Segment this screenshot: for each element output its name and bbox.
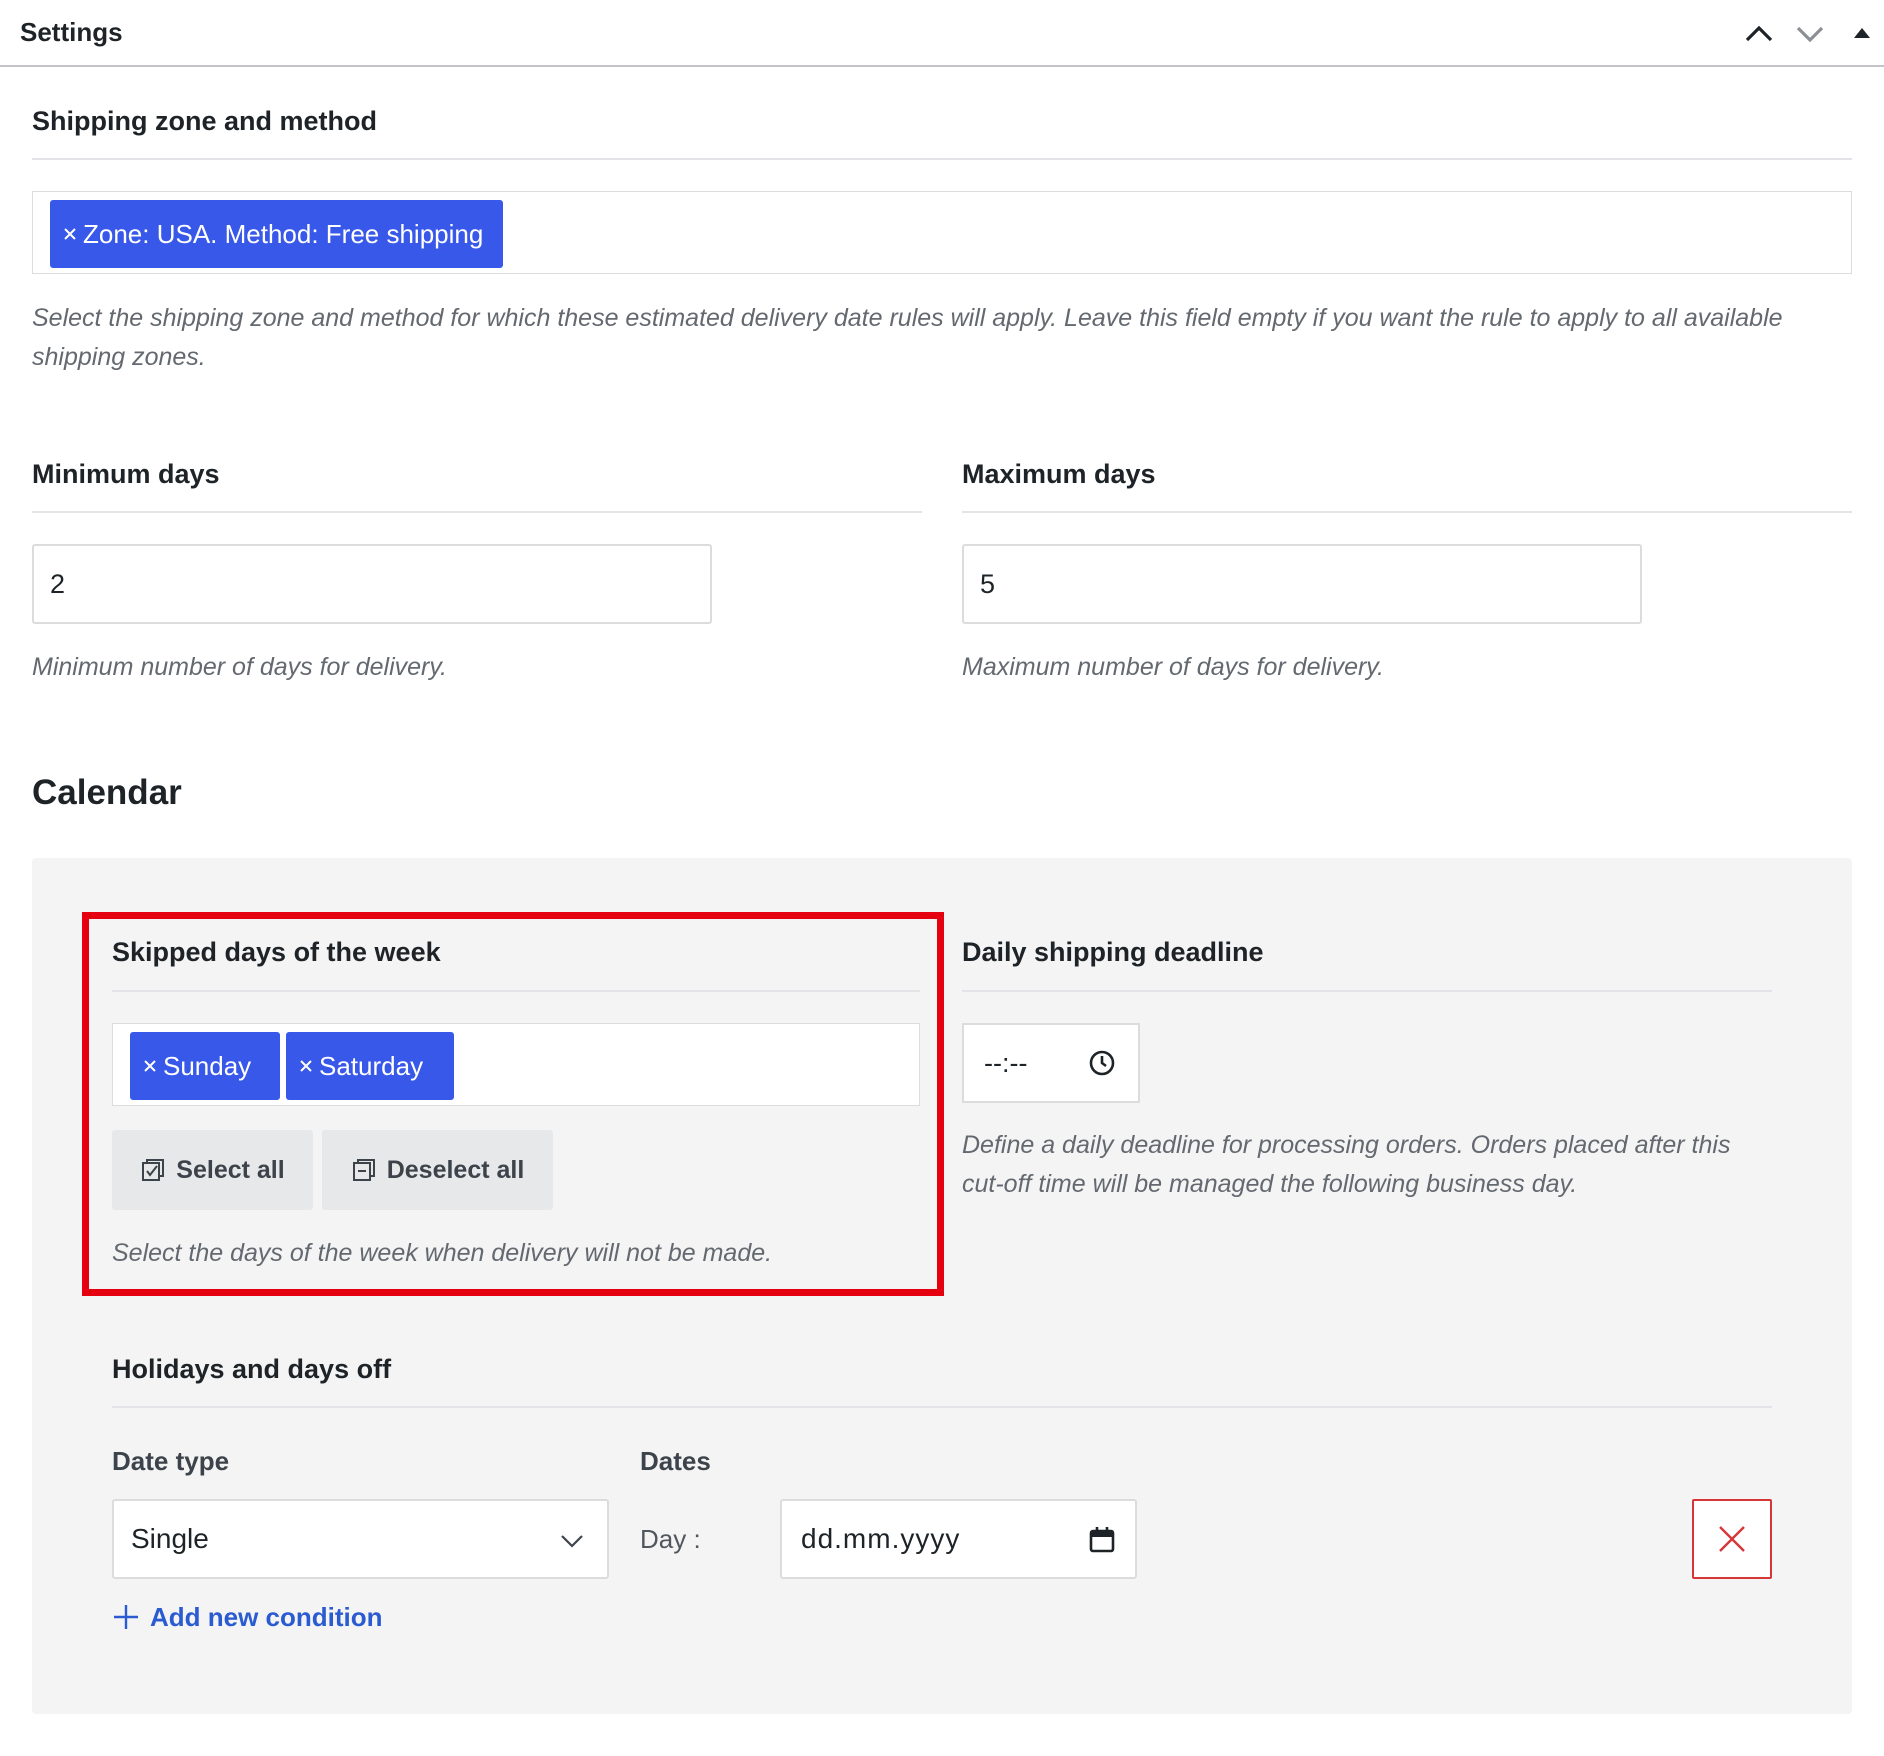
shipping-zone-tag[interactable]: Zone: USA. Method: Free shipping — [50, 200, 504, 268]
toggle-panel-button[interactable] — [1842, 14, 1882, 54]
plus-icon — [114, 1605, 138, 1629]
shipping-zone-description: Select the shipping zone and method for … — [32, 304, 1783, 371]
remove-tag-icon[interactable] — [299, 1059, 313, 1073]
divider — [112, 990, 920, 992]
checkbox-checked-icon — [142, 1159, 165, 1181]
time-value: --:-- — [984, 1047, 1028, 1078]
shipping-deadline-time-input[interactable]: --:-- — [962, 1023, 1140, 1103]
remove-tag-icon[interactable] — [143, 1059, 157, 1073]
deselect-all-button[interactable]: Deselect all — [322, 1130, 553, 1210]
shipping-zone-title: Shipping zone and method — [32, 106, 377, 136]
add-condition-label: Add new condition — [150, 1601, 383, 1632]
shipping-zone-select[interactable]: Zone: USA. Method: Free shipping — [32, 191, 1852, 274]
skipped-day-tag-sunday[interactable]: Sunday — [130, 1032, 280, 1100]
shipping-deadline-description: Define a daily deadline for processing o… — [962, 1131, 1731, 1198]
calendar-title: Calendar — [32, 773, 182, 812]
tag-label: Zone: USA. Method: Free shipping — [83, 219, 484, 249]
select-all-label: Select all — [176, 1155, 285, 1184]
skipped-days-select[interactable]: Sunday Saturday — [112, 1023, 920, 1106]
calendar-icon[interactable] — [1089, 1526, 1115, 1554]
deselect-all-label: Deselect all — [386, 1155, 525, 1184]
maximum-days-input[interactable]: 5 — [962, 544, 1642, 624]
date-type-select[interactable]: Single — [112, 1499, 609, 1579]
add-new-condition-link[interactable]: Add new condition — [112, 1599, 383, 1635]
remove-tag-icon[interactable] — [63, 227, 77, 241]
divider — [962, 990, 1772, 992]
date-type-value: Single — [131, 1523, 209, 1554]
shipping-deadline-title: Daily shipping deadline — [962, 937, 1264, 967]
close-icon — [1719, 1526, 1745, 1552]
divider — [112, 1406, 1772, 1408]
skipped-days-title: Skipped days of the week — [112, 937, 441, 967]
day-label: Day : — [640, 1524, 701, 1554]
checkbox-minus-icon — [352, 1159, 375, 1181]
select-all-button[interactable]: Select all — [112, 1130, 313, 1210]
tag-label: Saturday — [319, 1051, 424, 1081]
move-down-button[interactable] — [1790, 14, 1830, 54]
holiday-date-input[interactable]: dd.mm.yyyy — [780, 1499, 1137, 1579]
holidays-title: Holidays and days off — [112, 1354, 392, 1384]
chevron-down-icon — [1796, 26, 1824, 43]
panel-title: Settings — [20, 17, 123, 47]
maximum-days-description: Maximum number of days for delivery. — [962, 653, 1384, 681]
skipped-day-tag-saturday[interactable]: Saturday — [286, 1032, 454, 1100]
divider — [962, 511, 1852, 513]
divider — [32, 158, 1852, 160]
move-up-button[interactable] — [1739, 14, 1779, 54]
settings-panel-header: Settings — [0, 0, 1884, 67]
minimum-days-input[interactable]: 2 — [32, 544, 712, 624]
date-type-label: Date type — [112, 1446, 230, 1476]
triangle-up-icon — [1854, 28, 1870, 38]
date-placeholder: dd.mm.yyyy — [801, 1523, 961, 1554]
divider — [32, 511, 922, 513]
maximum-days-title: Maximum days — [962, 459, 1156, 489]
chevron-down-icon — [561, 1535, 583, 1548]
minimum-days-description: Minimum number of days for delivery. — [32, 653, 447, 681]
chevron-up-icon — [1745, 25, 1773, 42]
dates-label: Dates — [640, 1446, 711, 1476]
clock-icon[interactable] — [1088, 1049, 1116, 1077]
tag-label: Sunday — [163, 1051, 252, 1081]
calendar-panel — [32, 858, 1852, 1714]
remove-condition-button[interactable] — [1692, 1499, 1772, 1579]
skipped-days-description: Select the days of the week when deliver… — [112, 1239, 773, 1267]
minimum-days-title: Minimum days — [32, 459, 220, 489]
